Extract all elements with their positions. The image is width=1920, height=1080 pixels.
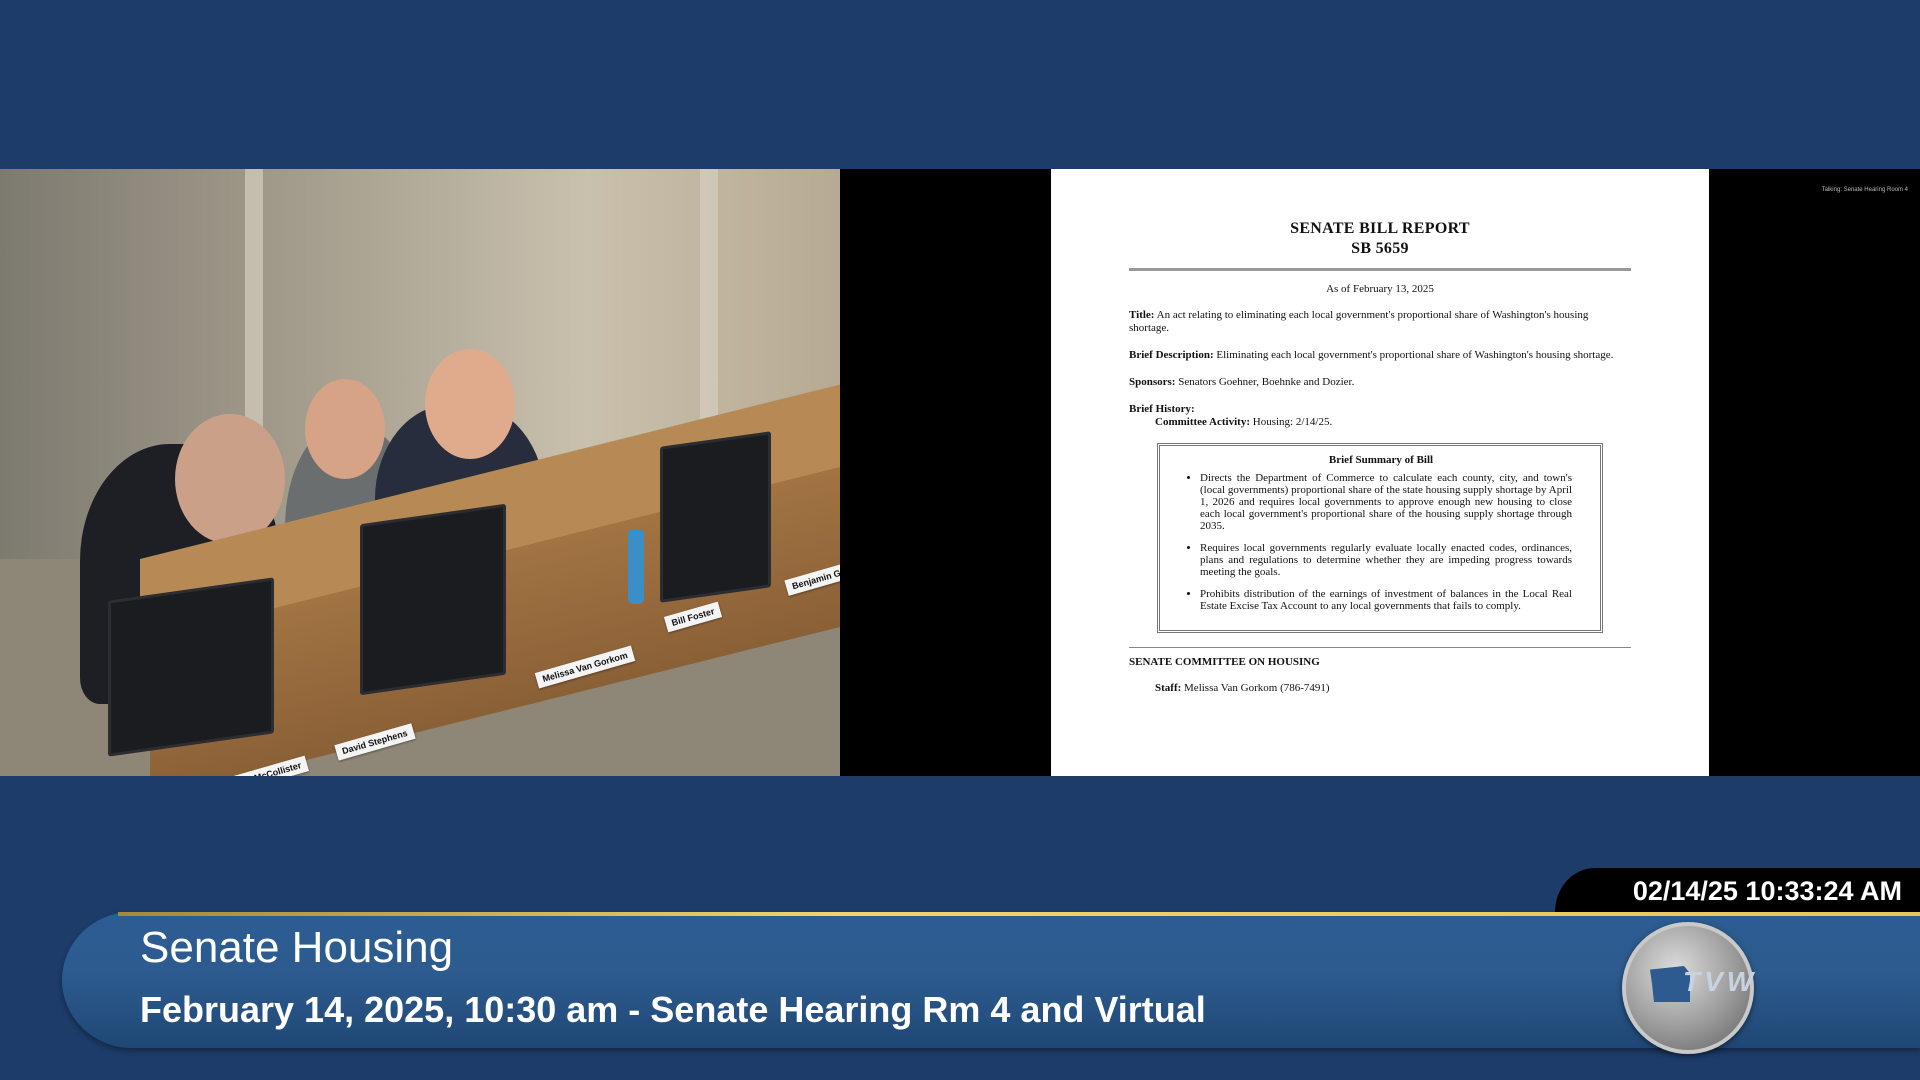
bill-report-document: SENATE BILL REPORT SB 5659 As of Februar…	[1051, 169, 1709, 776]
sponsors-text: Senators Goehner, Boehnke and Dozier.	[1178, 376, 1355, 388]
video-strip: Christopher McCollister David Stephens M…	[0, 169, 1920, 776]
program-subtitle: February 14, 2025, 10:30 am - Senate Hea…	[140, 989, 1206, 1030]
monitor	[108, 577, 274, 757]
staff-label: Staff:	[1155, 682, 1182, 694]
monitor	[360, 503, 506, 696]
divider	[1129, 647, 1631, 648]
person-head	[425, 349, 515, 459]
brief-description-text: Eliminating each local government's prop…	[1216, 349, 1614, 361]
logo-text: TVW	[1683, 966, 1758, 997]
bill-number: SB 5659	[1351, 240, 1409, 257]
camera-feed: Christopher McCollister David Stephens M…	[0, 169, 840, 776]
title-label: Title:	[1129, 309, 1155, 321]
document-title: SENATE BILL REPORT	[1290, 220, 1470, 237]
staff-text: Melissa Van Gorkom (786-7491)	[1184, 682, 1330, 694]
person-head	[175, 414, 285, 544]
summary-title: Brief Summary of Bill	[1328, 454, 1434, 466]
program-title: Senate Housing	[140, 923, 454, 972]
brief-history-label: Brief History:	[1129, 403, 1195, 415]
active-source-label: Talking: Senate Hearing Room 4	[1821, 187, 1908, 193]
title-text: An act relating to eliminating each loca…	[1129, 309, 1589, 334]
water-bottle	[628, 529, 644, 604]
summary-item: Prohibits distribution of the earnings o…	[1200, 588, 1572, 612]
committee-activity-text: Housing: 2/14/25.	[1252, 416, 1333, 428]
brief-description-label: Brief Description:	[1129, 349, 1214, 361]
timestamp-tab: 02/14/25 10:33:24 AM	[1555, 868, 1920, 912]
committee-activity-label: Committee Activity:	[1155, 416, 1250, 428]
brief-description-section: Brief Description: Eliminating each loca…	[1129, 349, 1631, 362]
staff-line: Staff: Melissa Van Gorkom (786-7491)	[1129, 682, 1631, 694]
divider	[1129, 268, 1631, 271]
banner-accent-line	[118, 912, 1920, 916]
title-section: Title: An act relating to eliminating ea…	[1129, 309, 1631, 335]
committee-heading: SENATE COMMITTEE ON HOUSING	[1129, 656, 1320, 668]
brief-history-section: Brief History: Committee Activity: Housi…	[1129, 403, 1631, 429]
timestamp: 02/14/25 10:33:24 AM	[1632, 876, 1902, 906]
person-head	[305, 379, 385, 479]
summary-item: Requires local governments regularly eva…	[1200, 542, 1572, 578]
monitor	[660, 431, 771, 603]
as-of-date: As of February 13, 2025	[1326, 283, 1434, 295]
brief-summary-box: Brief Summary of Bill Directs the Depart…	[1157, 443, 1603, 633]
summary-item: Directs the Department of Commerce to ca…	[1200, 472, 1572, 532]
sponsors-label: Sponsors:	[1129, 376, 1176, 388]
sponsors-section: Sponsors: Senators Goehner, Boehnke and …	[1129, 376, 1631, 389]
